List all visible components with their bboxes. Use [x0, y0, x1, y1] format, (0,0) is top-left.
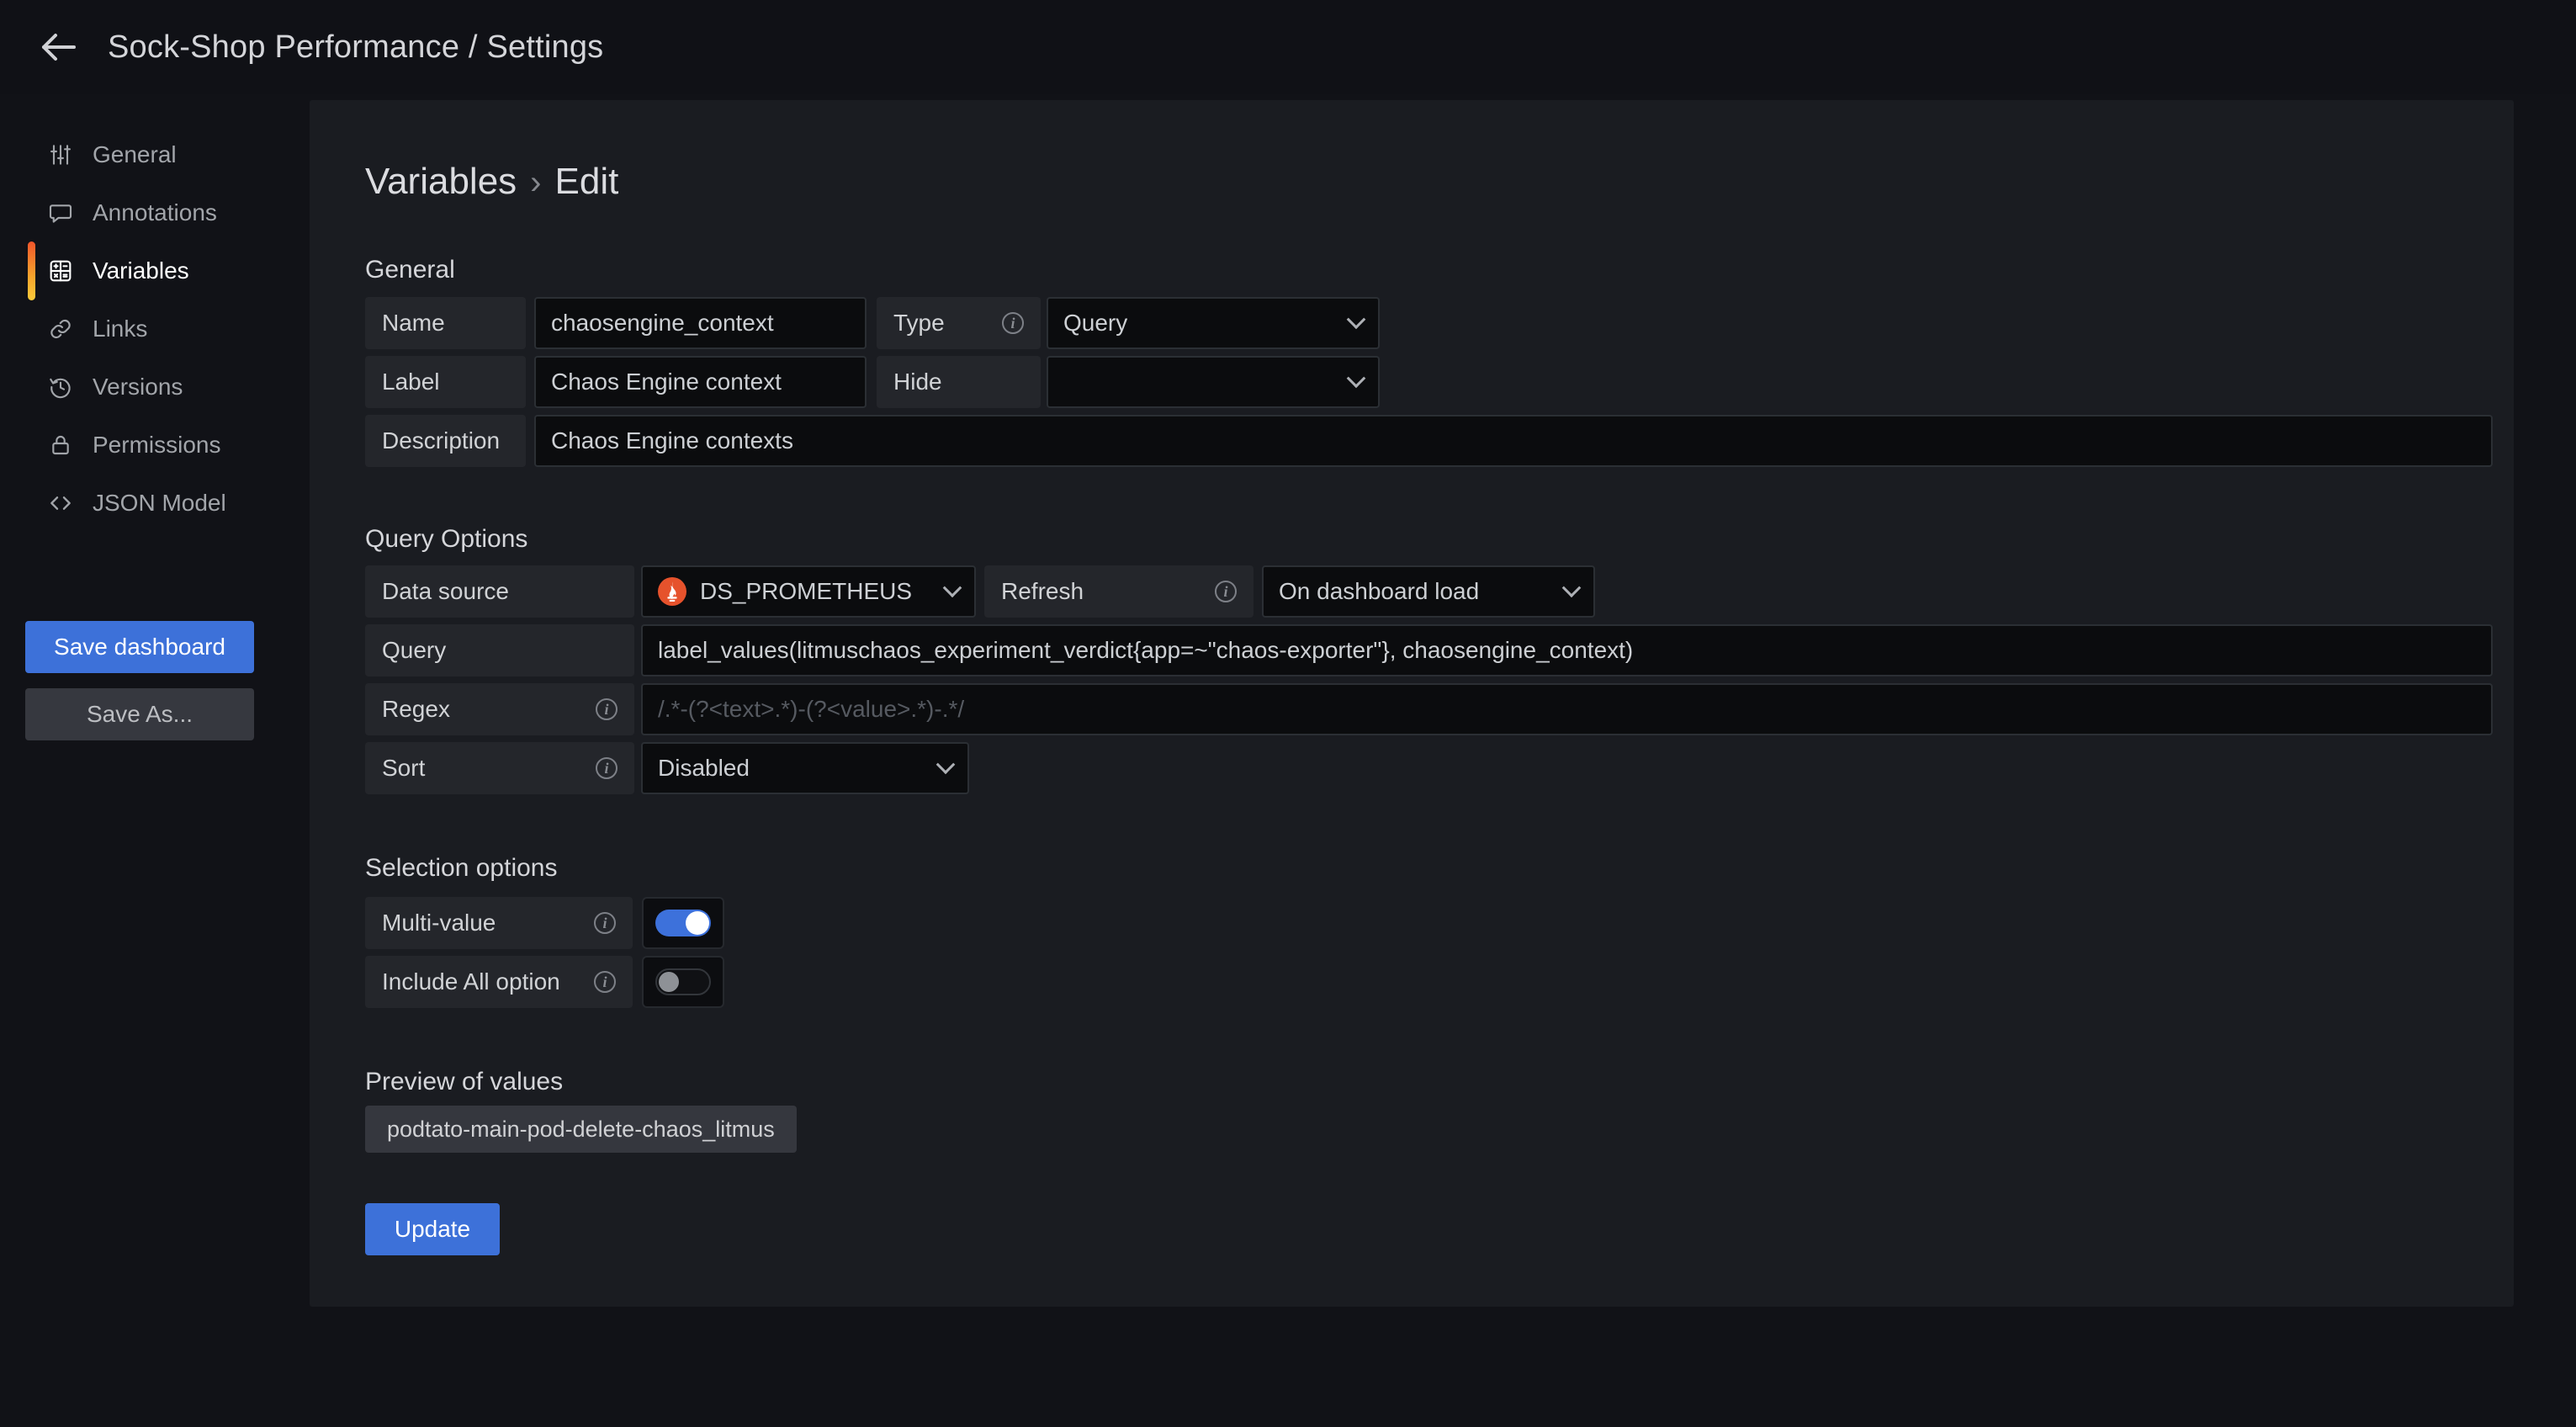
info-icon[interactable]: i: [596, 757, 617, 779]
chevron-down-icon: [943, 578, 962, 597]
sidebar-item-json-model[interactable]: JSON Model: [0, 483, 310, 523]
chevron-down-icon: [1347, 310, 1366, 329]
include-all-row: Include All option i: [365, 956, 2493, 1008]
dashboard-title: Sock-Shop Performance / Settings: [108, 29, 603, 66]
settings-panel: Variables › Edit General Name Type i Query…: [310, 100, 2514, 1307]
regex-input[interactable]: [641, 683, 2493, 735]
sidebar-item-label: Permissions: [93, 432, 220, 459]
query-input[interactable]: [641, 624, 2493, 676]
hide-select[interactable]: [1047, 356, 1380, 408]
type-label: Type i: [877, 297, 1041, 349]
sidebar-item-label: Versions: [93, 374, 183, 401]
sidebar-item-label: Variables: [93, 257, 189, 284]
settings-sidebar: General Annotations Varia: [0, 94, 310, 740]
type-select[interactable]: Query: [1047, 297, 1380, 349]
datasource-refresh-row: Data source DS_PROMETHEUS Refresh: [365, 565, 2493, 618]
include-all-toggle[interactable]: [642, 956, 724, 1008]
info-icon[interactable]: i: [594, 912, 616, 934]
save-as-button[interactable]: Save As...: [25, 688, 254, 740]
prometheus-icon: [658, 577, 686, 606]
sidebar-item-versions[interactable]: Versions: [0, 367, 310, 407]
link-icon: [47, 316, 74, 342]
info-icon[interactable]: i: [596, 698, 617, 720]
page-title-primary: Variables: [365, 161, 517, 202]
label-label: Label: [365, 356, 526, 408]
multi-value-label: Multi-value i: [365, 897, 633, 949]
description-input[interactable]: [534, 415, 2493, 467]
datasource-select[interactable]: DS_PROMETHEUS: [641, 565, 976, 618]
regex-row: Regex i: [365, 683, 2493, 735]
comment-icon: [47, 199, 74, 226]
multi-value-toggle[interactable]: [642, 897, 724, 949]
name-label: Name: [365, 297, 526, 349]
chevron-down-icon: [1347, 369, 1366, 388]
name-type-row: Name Type i Query: [365, 297, 2493, 349]
sort-label: Sort i: [365, 742, 634, 794]
sidebar-item-permissions[interactable]: Permissions: [0, 425, 310, 465]
history-icon: [47, 374, 74, 401]
preview-heading: Preview of values: [365, 1065, 2493, 1099]
label-hide-row: Label Hide: [365, 356, 2493, 408]
selection-options-heading: Selection options: [365, 851, 2493, 885]
hide-label: Hide: [877, 356, 1041, 408]
sidebar-item-label: Annotations: [93, 199, 217, 226]
toggle-knob: [659, 972, 679, 992]
info-icon[interactable]: i: [594, 971, 616, 993]
description-label: Description: [365, 415, 526, 467]
info-icon[interactable]: i: [1215, 581, 1237, 602]
top-nav: Sock-Shop Performance / Settings: [0, 0, 2576, 94]
include-all-label: Include All option i: [365, 956, 633, 1008]
refresh-label: Refresh i: [984, 565, 1254, 618]
sidebar-item-general[interactable]: General: [0, 135, 310, 175]
name-input[interactable]: [534, 297, 867, 349]
query-label: Query: [365, 624, 634, 676]
save-dashboard-button[interactable]: Save dashboard: [25, 621, 254, 673]
query-row: Query: [365, 624, 2493, 676]
sort-row: Sort i Disabled: [365, 742, 2493, 794]
code-icon: [47, 490, 74, 517]
arrow-left-icon: [40, 32, 77, 62]
breadcrumb-separator: ›: [530, 164, 541, 201]
multi-value-row: Multi-value i: [365, 897, 2493, 949]
sliders-icon: [47, 141, 74, 168]
sidebar-item-variables[interactable]: Variables: [0, 251, 310, 291]
chevron-down-icon: [936, 755, 956, 774]
query-options-heading: Query Options: [365, 523, 2493, 556]
regex-label: Regex i: [365, 683, 634, 735]
preview-value-chip: podtato-main-pod-delete-chaos_litmus: [365, 1106, 797, 1153]
page-title: Variables › Edit: [365, 156, 2493, 208]
calculator-icon: [47, 257, 74, 284]
sidebar-item-label: Links: [93, 316, 147, 342]
toggle-knob: [686, 911, 709, 935]
back-button[interactable]: [37, 25, 81, 69]
lock-icon: [47, 432, 74, 459]
sidebar-item-label: JSON Model: [93, 490, 226, 517]
sidebar-item-annotations[interactable]: Annotations: [0, 193, 310, 233]
page-title-secondary: Edit: [555, 161, 619, 202]
chevron-down-icon: [1562, 578, 1582, 597]
general-heading: General: [365, 253, 2493, 287]
sidebar-item-links[interactable]: Links: [0, 309, 310, 349]
sort-select[interactable]: Disabled: [641, 742, 969, 794]
label-input[interactable]: [534, 356, 867, 408]
datasource-label: Data source: [365, 565, 634, 618]
refresh-select[interactable]: On dashboard load: [1262, 565, 1595, 618]
sidebar-item-label: General: [93, 141, 177, 168]
info-icon[interactable]: i: [1002, 312, 1024, 334]
update-button[interactable]: Update: [365, 1203, 500, 1255]
description-row: Description: [365, 415, 2493, 467]
